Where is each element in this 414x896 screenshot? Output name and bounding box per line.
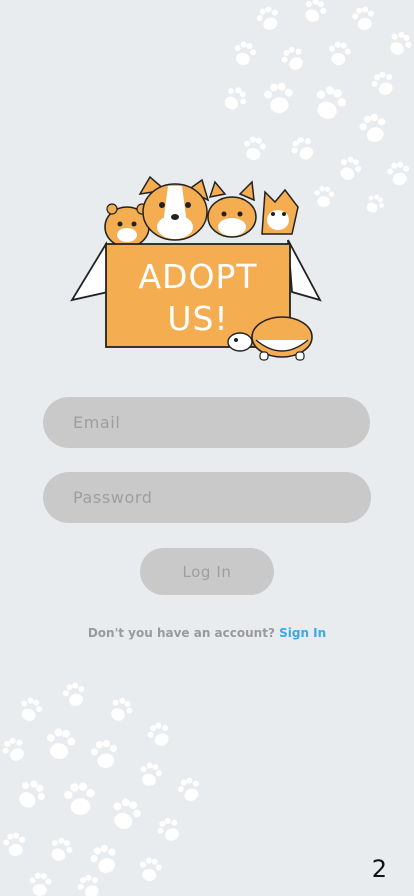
paw-pattern-icon (0, 681, 204, 896)
login-button[interactable]: Log In (140, 548, 274, 595)
page-number: 2 (371, 855, 387, 883)
dog-icon (261, 188, 299, 235)
signup-prompt-text: Don't you have an account? (87, 626, 275, 640)
email-field[interactable] (43, 397, 370, 448)
fox-icon (207, 180, 257, 238)
svg-text:US!: US! (167, 299, 228, 338)
password-field[interactable] (43, 472, 371, 523)
adopt-us-illustration: ADOPT US! (70, 175, 322, 361)
signup-prompt: Don't you have an account? Sign In (0, 626, 414, 640)
svg-text:ADOPT: ADOPT (138, 257, 257, 296)
corgi-icon (138, 175, 210, 241)
sign-in-link[interactable]: Sign In (279, 626, 326, 640)
